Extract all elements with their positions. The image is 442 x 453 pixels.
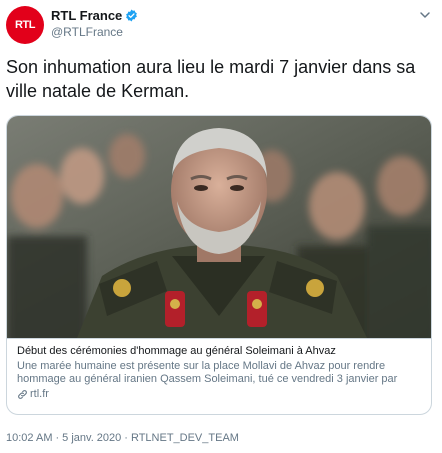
chevron-down-icon[interactable] [418,8,432,22]
card-body[interactable]: Début des cérémonies d'hommage au généra… [7,338,431,414]
tweet-date[interactable]: 5 janv. 2020 [62,432,121,444]
tweet-time[interactable]: 10:02 AM [6,432,52,444]
verified-badge-icon [125,9,138,22]
author-name-row: RTL France [51,8,138,23]
display-name[interactable]: RTL France [51,8,122,23]
tweet-source[interactable]: RTLNET_DEV_TEAM [131,432,239,444]
card-domain[interactable]: rtl.fr [17,388,421,400]
card-image[interactable] [7,116,431,338]
meta-separator-2: · [124,432,128,444]
link-card[interactable]: Début des cérémonies d'hommage au généra… [6,115,432,415]
handle[interactable]: @RTLFrance [51,25,123,39]
card-domain-text: rtl.fr [30,388,49,400]
link-icon [17,389,28,400]
tweet-text: Son inhumation aura lieu le mardi 7 janv… [6,57,416,101]
avatar-logo-text: RTL [15,19,35,31]
card-title[interactable]: Début des cérémonies d'hommage au généra… [17,344,421,358]
avatar[interactable]: RTL [6,6,44,44]
tweet-meta: 10:02 AM · 5 janv. 2020 · RTLNET_DEV_TEA… [6,432,239,444]
meta-separator: · [55,432,60,444]
tweet: RTL RTL France @RTLFrance Son inhumation… [0,0,442,453]
photo-man-in-uniform-icon [7,116,431,338]
card-description: Une marée humaine est présente sur la pl… [17,360,398,385]
